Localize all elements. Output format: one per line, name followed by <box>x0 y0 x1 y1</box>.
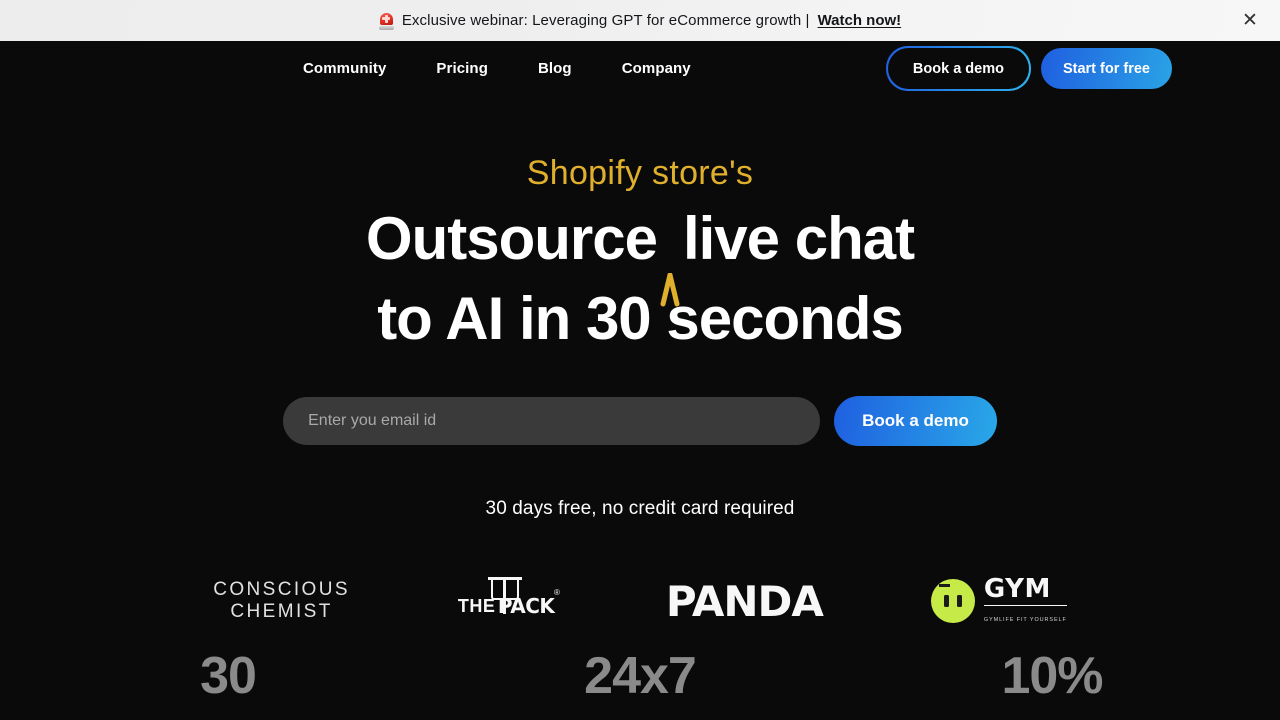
stat-item: 24x7 <box>434 648 846 704</box>
logo-panda: PANDA <box>665 576 824 626</box>
registered-icon: ® <box>554 588 560 597</box>
gym-divider <box>983 604 1067 607</box>
stats-row: 30 24x7 10% <box>0 648 1280 704</box>
logo-the-pack: THE PACK ® <box>457 576 560 626</box>
watch-now-link[interactable]: Watch now! <box>818 12 902 29</box>
headline-line-1: Outsource live chat <box>0 199 1280 307</box>
announcement-text: Exclusive webinar: Leveraging GPT for eC… <box>401 12 810 29</box>
hero-subtext: 30 days free, no credit card required <box>485 498 795 519</box>
nav-actions: Book a demo Start for free <box>886 46 1172 91</box>
the-pack-pack-text: PACK <box>497 594 555 618</box>
announcement-content: Exclusive webinar: Leveraging GPT for eC… <box>378 12 902 30</box>
conscious-chemist-line1: CONSCIOUS <box>213 579 350 600</box>
nav-item-company[interactable]: Company <box>622 60 691 77</box>
panda-text: PANDA <box>665 576 824 626</box>
stat-value: 24x7 <box>584 647 697 705</box>
dumbbell-icon <box>930 579 975 623</box>
book-demo-button-wrap: Book a demo <box>886 46 1031 91</box>
logo-conscious-chemist: CONSCIOUS CHEMIST <box>213 576 350 626</box>
page-title: Outsource live chat to AI in 30 seconds <box>0 199 1280 359</box>
close-icon[interactable]: ✕ <box>1239 10 1261 32</box>
headline-word-outsource: Outsource <box>365 205 658 272</box>
nav-item-community[interactable]: Community <box>303 60 386 77</box>
email-input[interactable] <box>283 397 821 445</box>
client-logos: CONSCIOUS CHEMIST THE PACK ® PANDA GYM G… <box>0 576 1280 626</box>
start-for-free-button[interactable]: Start for free <box>1040 48 1172 89</box>
stat-item: 30 <box>22 648 434 704</box>
the-pack-the-text: THE <box>457 596 496 616</box>
headline-word-livechat: live chat <box>682 205 915 272</box>
stat-value: 10% <box>1001 647 1103 705</box>
gym-text: GYM <box>983 573 1051 604</box>
book-demo-cta-button[interactable]: Book a demo <box>834 396 997 446</box>
signup-form: Book a demo <box>0 396 1280 446</box>
headline-line-2: to AI in 30 seconds <box>377 285 904 352</box>
main-navigation: Community Pricing Blog Company Book a de… <box>0 41 1280 96</box>
stat-item: 10% <box>846 648 1258 704</box>
logo-gym: GYM GYMLIFE FIT YOURSELF <box>930 573 1067 626</box>
siren-icon <box>378 12 394 30</box>
nav-item-blog[interactable]: Blog <box>538 60 572 77</box>
gym-tagline: GYMLIFE FIT YOURSELF <box>983 617 1067 624</box>
book-demo-button[interactable]: Book a demo <box>886 46 1031 91</box>
announcement-banner: Exclusive webinar: Leveraging GPT for eC… <box>0 0 1280 41</box>
nav-links: Community Pricing Blog Company <box>303 60 691 77</box>
hero-section: Shopify store's Outsource live chat to A… <box>0 154 1280 704</box>
nav-item-pricing[interactable]: Pricing <box>436 60 488 77</box>
stat-value: 30 <box>200 647 257 705</box>
conscious-chemist-line2: CHEMIST <box>230 601 333 622</box>
hero-eyebrow: Shopify store's <box>526 154 754 192</box>
